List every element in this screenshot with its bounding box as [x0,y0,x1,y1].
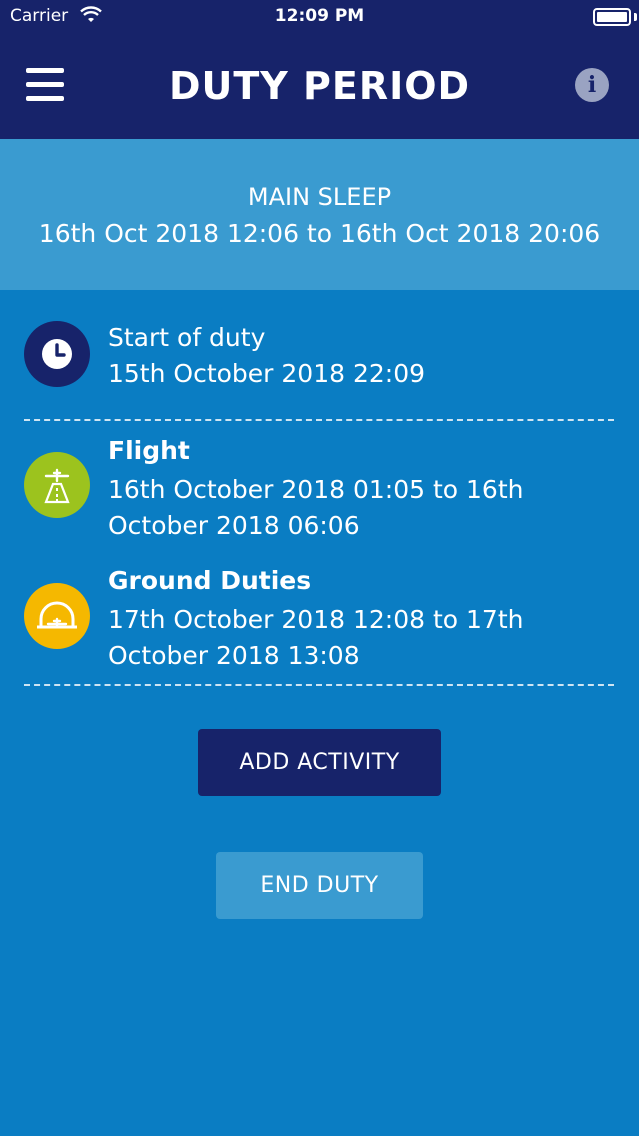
activity-flight[interactable]: Flight 16th October 2018 01:05 to 16th O… [0,436,639,546]
add-activity-button[interactable]: ADD ACTIVITY [198,729,441,796]
hangar-icon [24,583,90,649]
activity-start-of-duty[interactable]: Start of duty 15th October 2018 22:09 [0,320,639,400]
activity-detail: 15th October 2018 22:09 [108,359,426,388]
activity-title: Ground Duties [108,566,312,595]
main-sleep-range: 16th Oct 2018 12:06 to 16th Oct 2018 20:… [38,219,601,248]
battery-icon [593,8,631,26]
end-duty-button[interactable]: END DUTY [216,852,423,919]
battery-nub [634,13,637,21]
info-button[interactable]: i [575,68,609,102]
divider [24,684,614,686]
main-sleep-label: MAIN SLEEP [247,183,392,211]
info-icon: i [587,72,597,98]
page-title: DUTY PERIOD [168,64,471,108]
runway-plane-icon [24,452,90,518]
activity-detail: 16th October 2018 01:05 to 16th October … [108,475,524,540]
activity-ground-duties[interactable]: Ground Duties 17th October 2018 12:08 to… [0,566,639,676]
activity-title: Start of duty [108,323,266,352]
clock-icon [24,321,90,387]
activity-detail: 17th October 2018 12:08 to 17th October … [108,605,524,670]
main-sleep-panel[interactable]: MAIN SLEEP 16th Oct 2018 12:06 to 16th O… [0,139,639,290]
status-bar: Carrier 12:09 PM [0,0,639,34]
activity-title: Flight [108,436,190,465]
status-time: 12:09 PM [274,6,365,26]
top-bar: Carrier 12:09 PM DUTY PERIOD i [0,0,639,139]
divider [24,419,614,421]
